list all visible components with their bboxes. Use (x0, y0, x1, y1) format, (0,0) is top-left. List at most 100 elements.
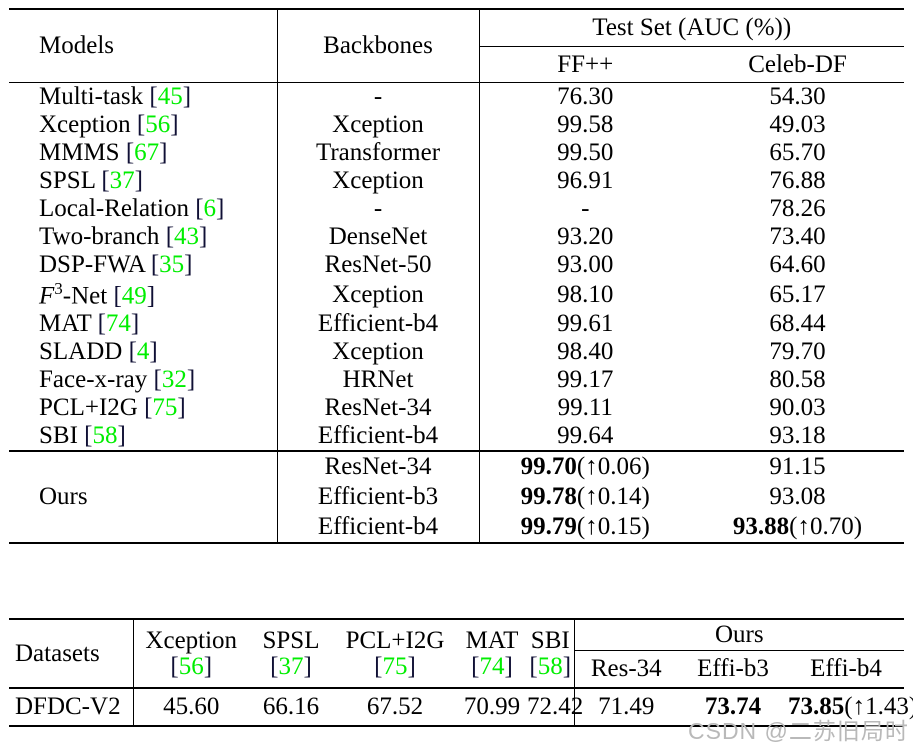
cell-backbone: Xception (277, 338, 480, 367)
cell-ffpp-auc: 99.50 (557, 139, 614, 166)
cell-ffpp-auc: 96.91 (557, 167, 614, 194)
cell-pcl-i2g-value: 67.52 (333, 687, 457, 726)
cell-ffpp-auc: 99.64 (557, 422, 614, 450)
cell-model-name: SBI [58] (9, 422, 278, 452)
cell-model-name: F3-Net [49] (9, 279, 278, 311)
header-backbones: Backbones (277, 8, 480, 83)
bottom-header-effi-b3: Effi-b3 (697, 655, 769, 682)
cell-ffpp-auc: 99.61 (557, 310, 614, 338)
cell-ours-ffpp-auc: 99.79(↑0.15) (520, 513, 650, 541)
table-row: SBI [58] Efficient-b4 99.64 93.18 (9, 422, 904, 452)
cell-backbone: Efficient-b4 (277, 310, 480, 339)
ours-table-row: Ours ResNet-34 99.70(↑0.06) 91.15 (9, 450, 904, 544)
cell-celebdf-auc: 80.58 (769, 366, 826, 394)
bottom-header-spsl-citation: [37] (270, 652, 312, 680)
bottom-header-sbi-label: SBI (530, 627, 570, 654)
cell-backbone: ResNet-34 (277, 394, 480, 423)
cell-ffpp-auc: 93.20 (557, 223, 614, 250)
cell-ours-celebdf-auc: 93.88(↑0.70) (732, 513, 863, 541)
cell-ours-res34-value: 71.49 (574, 687, 678, 726)
cell-celebdf-auc: 49.03 (769, 111, 826, 138)
dfdc-table-body: DFDC-V2 45.60 66.16 67.52 70.99 72.42 71.49 73.… (9, 687, 913, 726)
cell-ours-effib3-value: 73.74 (678, 687, 788, 726)
cell-backbone: Xception (277, 167, 480, 195)
main-header-row-1: Models Backbones Test Set (AUC (%)) (9, 8, 904, 83)
table-row: PCL+I2G [75] ResNet-34 99.11 90.03 (9, 394, 904, 423)
cell-spsl-value: 66.16 (249, 687, 333, 726)
cell-backbone: Transformer (277, 139, 480, 167)
bottom-header-xception-citation: [56] (170, 652, 213, 680)
cell-ours-label: Ours (9, 450, 278, 544)
bottom-table-bottom-rule (9, 725, 905, 728)
cell-celebdf-auc: 64.60 (769, 251, 826, 278)
table-row: Two-branch [43] DenseNet 93.20 73.40 (9, 223, 904, 251)
header-celeb-df: Celeb-DF (748, 50, 847, 78)
cell-ffpp-auc: 99.17 (557, 366, 614, 394)
header-models: Models (9, 8, 278, 83)
cell-backbone: Xception (277, 111, 480, 139)
bottom-header-sbi: SBI [58] (527, 618, 575, 688)
cell-ours-backbone: Efficient-b3 (277, 482, 480, 513)
table-row: Xception [56] Xception 99.58 49.03 (9, 111, 904, 139)
table-row: F3-Net [49] Xception 98.10 65.17 (9, 279, 904, 311)
cell-ours-ffpp-auc: 99.78(↑0.14) (520, 483, 650, 511)
header-ffpp: FF++ (557, 50, 614, 78)
cell-model-name: Face-x-ray [32] (9, 366, 278, 395)
table-row: SLADD [4] Xception 98.40 79.70 (9, 338, 904, 367)
cell-ffpp-auc: 98.10 (557, 280, 614, 308)
bottom-header-xception-label: Xception (145, 627, 238, 654)
cell-ffpp-auc: 93.00 (557, 251, 614, 278)
main-table-bottom-rule (9, 542, 904, 546)
cell-backbone: Efficient-b4 (277, 422, 480, 452)
dfdc-table-row: DFDC-V2 45.60 66.16 67.52 70.99 72.42 71.49 73.… (9, 687, 913, 726)
bottom-header-sbi-citation: [58] (529, 652, 572, 680)
cell-celebdf-auc: 65.70 (769, 139, 826, 166)
cell-model-name: DSP-FWA [35] (9, 251, 278, 279)
cell-ours-ffpp-auc: 99.70(↑0.06) (479, 450, 691, 483)
table-row: Face-x-ray [32] HRNet 99.17 80.58 (9, 366, 904, 395)
table-row: Local-Relation [6] - -78.26 (9, 195, 904, 223)
cell-model-name: PCL+I2G [75] (9, 394, 278, 423)
cell-ours-celebdf-auc: 91.15 (691, 450, 904, 483)
bottom-header-mat: MAT [74] (457, 618, 527, 688)
table-row: MMMS [67] Transformer 99.50 65.70 (9, 139, 904, 167)
table-row: SPSL [37] Xception 96.91 76.88 (9, 167, 904, 195)
cell-ffpp-auc: 99.11 (557, 394, 613, 422)
cell-backbone: - (277, 195, 480, 223)
bottom-header-row-1: Datasets Xception [56] SPSL [37] PCL+I2G… (9, 618, 905, 688)
cell-mat-value: 70.99 (457, 687, 527, 726)
cell-ffpp-auc: 76.30 (479, 82, 691, 111)
header-test-set-group: Test Set (AUC (%)) (479, 8, 904, 48)
cell-sbi-value: 72.42 (527, 687, 583, 726)
ours-results-body: Ours ResNet-34 99.70(↑0.06) 91.15 Efficient-… (9, 450, 904, 544)
table-row: DSP-FWA [35] ResNet-50 93.00 64.60 (9, 251, 904, 279)
cell-celebdf-auc: 90.03 (769, 394, 826, 422)
main-table-body: Multi-task [45] -76.30 54.30 Xception [56] X… (9, 82, 904, 452)
bottom-header-mat-label: MAT (465, 627, 519, 654)
table-row: Multi-task [45] -76.30 54.30 (9, 82, 904, 111)
cell-celebdf-auc: 78.26 (769, 195, 826, 222)
cell-celebdf-auc: 79.70 (769, 338, 826, 366)
cell-model-name: SLADD [4] (9, 338, 278, 367)
cell-celebdf-auc: 65.17 (769, 280, 826, 308)
cell-dataset-name: DFDC-V2 (9, 687, 134, 726)
cell-model-name: MMMS [67] (9, 139, 278, 167)
cell-model-name: Two-branch [43] (9, 223, 278, 251)
bottom-header-res34: Res-34 (590, 655, 662, 682)
bottom-header-ours-group: Ours (574, 618, 905, 651)
cell-ffpp-auc: - (581, 195, 590, 222)
cell-backbone: Xception (277, 279, 480, 311)
bottom-header-pcl-i2g-citation: [75] (374, 652, 416, 680)
cell-ffpp-auc: 98.40 (557, 338, 614, 366)
cell-model-name: SPSL [37] (9, 167, 278, 195)
bottom-header-xception: Xception [56] (133, 618, 249, 688)
table-row: MAT [74] Efficient-b4 99.61 68.44 (9, 310, 904, 339)
bottom-header-datasets: Datasets (9, 618, 134, 688)
cell-celebdf-auc: 68.44 (769, 310, 826, 338)
cell-ours-backbone: Efficient-b4 (277, 512, 480, 544)
bottom-header-spsl-label: SPSL (262, 627, 320, 654)
cell-ours-backbone: ResNet-34 (277, 450, 480, 483)
bottom-header-mat-citation: [74] (471, 652, 513, 680)
cell-backbone: DenseNet (277, 223, 480, 251)
cell-model-name: Local-Relation [6] (9, 195, 278, 223)
